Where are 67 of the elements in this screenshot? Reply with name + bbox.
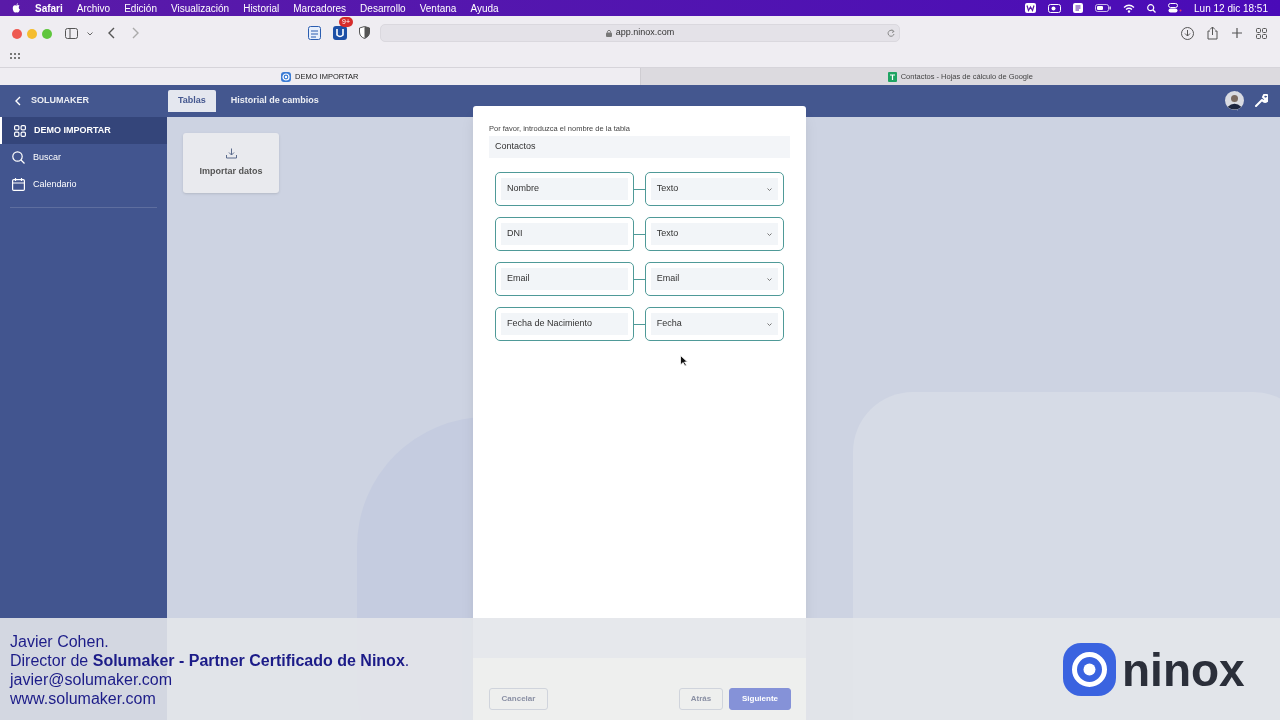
wifi-icon[interactable]	[1123, 3, 1136, 13]
back-icon[interactable]	[108, 27, 115, 39]
caption-text: Director de Solumaker - Partner Certificado de Ninox.	[10, 651, 410, 670]
table-name-field[interactable]: Contactos	[489, 136, 790, 158]
menu-item[interactable]: Ventana	[419, 0, 457, 16]
menu-item[interactable]: Visualización	[170, 0, 230, 16]
menu-item[interactable]: Safari	[35, 0, 63, 16]
camera-icon[interactable]	[1048, 3, 1062, 13]
new-tab-icon[interactable]	[1232, 28, 1242, 38]
address-bar[interactable]: app.ninox.com	[380, 24, 900, 42]
apple-icon[interactable]	[12, 3, 21, 13]
field-name-box[interactable]: Email	[495, 262, 635, 296]
sidebar-toggle-icon[interactable]	[65, 28, 78, 39]
header-tab[interactable]: Historial de cambios	[220, 90, 329, 112]
tab-overview-icon[interactable]	[1256, 28, 1267, 39]
logo-icon	[1063, 643, 1116, 696]
close-window-button[interactable]	[12, 29, 22, 39]
control-center-icon[interactable]	[1168, 3, 1183, 13]
wrench-icon[interactable]	[1255, 94, 1268, 107]
chevron-down-icon	[767, 187, 772, 191]
favicon	[887, 71, 897, 82]
cursor-icon	[680, 355, 688, 367]
search-icon	[12, 151, 25, 164]
avatar[interactable]	[1225, 91, 1244, 110]
field-type-dropdown[interactable]: Texto	[644, 217, 784, 251]
lock-icon	[605, 29, 612, 37]
menu-item[interactable]: Archivo	[76, 0, 111, 16]
share-icon[interactable]	[1207, 26, 1218, 40]
download-icon	[225, 147, 237, 159]
chevron-down-icon	[767, 232, 772, 236]
field-type-dropdown[interactable]: Email	[644, 262, 784, 296]
field-name-box[interactable]: DNI	[495, 217, 635, 251]
caption-text: Javier Cohen.	[10, 632, 110, 651]
download-icon[interactable]	[1181, 27, 1194, 40]
shield-icon[interactable]	[359, 26, 370, 39]
chevron-down-icon	[767, 277, 772, 281]
sidebar-item[interactable]: Calendario	[0, 171, 167, 198]
workspace-link[interactable]: SOLUMAKER	[31, 94, 89, 108]
menu-item[interactable]: Desarrollo	[360, 0, 406, 16]
writer-icon[interactable]	[1025, 3, 1037, 13]
battery-icon	[1095, 4, 1112, 12]
menu-item[interactable]: Edición	[124, 0, 157, 16]
apps-grid-icon[interactable]	[10, 53, 20, 59]
caption-text: www.solumaker.com	[10, 689, 157, 708]
field-type-dropdown[interactable]: Fecha	[644, 307, 784, 341]
sidebar-item[interactable]: DEMO IMPORTAR	[0, 117, 167, 144]
menu-item[interactable]: Marcadores	[293, 0, 347, 16]
favicon	[281, 71, 291, 82]
extension-icon[interactable]	[308, 26, 321, 40]
logo-text: ninox	[1122, 644, 1245, 695]
field-name-box[interactable]: Fecha de Nacimiento	[495, 307, 635, 341]
url-text: app.ninox.com	[615, 26, 675, 40]
chevron-down-icon[interactable]	[87, 32, 93, 36]
caption-text: javier@solumaker.com	[10, 670, 174, 689]
field-type-dropdown[interactable]: Texto	[644, 172, 784, 206]
field-name-box[interactable]: Nombre	[495, 172, 635, 206]
grid-icon	[14, 124, 26, 137]
calendar-icon	[12, 178, 25, 191]
header-tab[interactable]: Tablas	[168, 90, 216, 112]
import-data-card[interactable]: Importar datos	[183, 133, 279, 193]
chevron-down-icon	[767, 322, 772, 326]
menu-item[interactable]: Ayuda	[470, 0, 499, 16]
document-icon[interactable]	[1073, 3, 1084, 13]
menu-item[interactable]: Historial	[243, 0, 280, 16]
clock: Lun 12 dic 18:51	[1194, 1, 1268, 16]
search-icon[interactable]	[1147, 3, 1157, 13]
sidebar-item[interactable]: Buscar	[0, 144, 167, 171]
